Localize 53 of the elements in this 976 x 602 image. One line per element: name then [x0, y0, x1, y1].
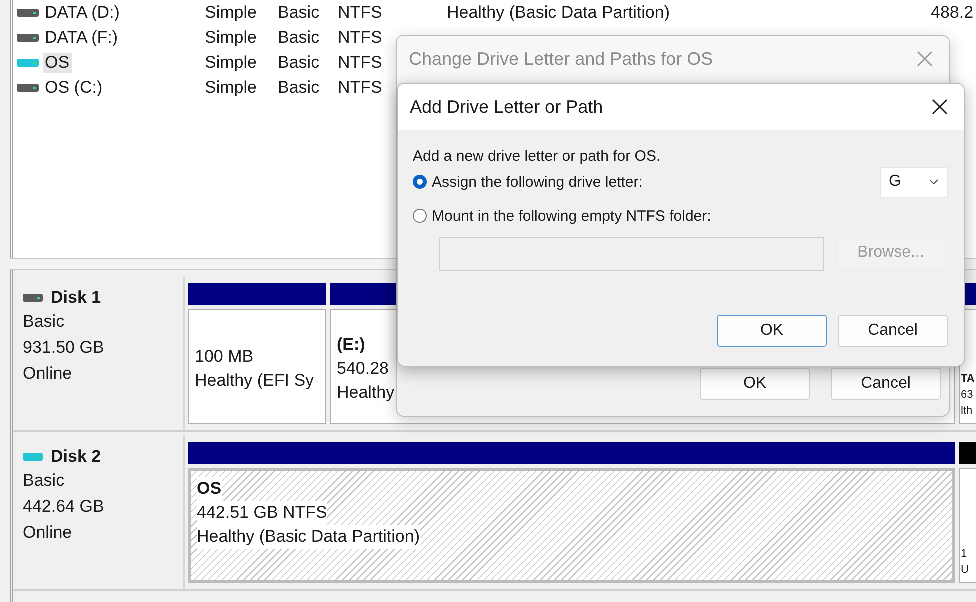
ok-button[interactable]: OK [700, 368, 810, 400]
partition[interactable]: OS 442.51 GB NTFS Healthy (Basic Data Partition) [188, 468, 955, 583]
radio-option[interactable]: Assign the following drive letter: [413, 174, 643, 190]
disk-status: Online [23, 363, 74, 385]
disk-size: 931.50 GB [23, 337, 106, 359]
type-cell-text: Basic [278, 78, 321, 98]
file-system-cell-text: NTFS [338, 28, 384, 48]
volume-name[interactable]: DATA (F:) [43, 28, 120, 48]
partition[interactable]: 1 U [959, 468, 976, 583]
layout-cell-text: Simple [205, 2, 258, 22]
partition[interactable]: 100 MB Healthy (EFI Sy [188, 309, 326, 424]
status-cell-text: Healthy (Basic Data Partition) [447, 2, 671, 22]
layout-cell-text: Simple [205, 78, 258, 98]
partition-info: lth [961, 404, 974, 419]
disk-type: Basic [23, 311, 66, 333]
capacity-cell: 488.2 [931, 2, 971, 22]
ok-button[interactable]: OK [717, 315, 827, 347]
radio-option[interactable]: Mount in the following empty NTFS folder: [413, 208, 712, 224]
disk-type: Basic [23, 470, 66, 492]
partition-title: TA [961, 372, 976, 387]
close-icon [932, 99, 948, 115]
layout-cell-text: Simple [205, 52, 258, 72]
type-cell-text: Basic [278, 28, 321, 48]
volume-name[interactable]: OS (C:) [43, 78, 105, 98]
partition-info: 1 [961, 547, 968, 562]
partition-info: Healthy (Basic Data Partition) [197, 525, 420, 549]
file-system-cell-text: NTFS [338, 78, 384, 98]
partition-info: 442.51 GB NTFS [197, 501, 328, 525]
disk-status: Online [23, 522, 74, 544]
volume-name[interactable]: DATA (D:) [43, 2, 122, 22]
type-cell-text: Basic [278, 52, 321, 72]
volume-name[interactable]: OS [43, 52, 72, 72]
type-cell-text: Basic [278, 2, 321, 22]
disk-name: Disk 2 [51, 447, 102, 467]
drive-letter-dropdown[interactable]: G [880, 166, 948, 198]
chevron-down-icon [929, 179, 939, 185]
close-icon [917, 51, 933, 67]
cancel-button[interactable]: Cancel [831, 368, 941, 400]
cancel-button[interactable]: Cancel [838, 315, 948, 347]
layout-cell-text: Simple [205, 28, 258, 48]
disk-size: 442.64 GB [23, 496, 106, 518]
dialog-title: Add Drive Letter or Path [410, 96, 604, 118]
intro-text: Add a new drive letter or path for OS. [413, 148, 662, 165]
folder-path-field[interactable] [439, 237, 824, 271]
file-system-cell-text: NTFS [338, 2, 384, 22]
partition-info: 63 [961, 388, 974, 403]
radio-button[interactable] [413, 209, 427, 223]
radio-button[interactable] [413, 175, 427, 189]
file-system-cell-text: NTFS [338, 52, 384, 72]
dialog-title: Change Drive Letter and Paths for OS [409, 48, 714, 70]
partition-info: U [961, 563, 970, 578]
disk-name: Disk 1 [51, 288, 102, 308]
partition-title: OS [197, 477, 222, 501]
